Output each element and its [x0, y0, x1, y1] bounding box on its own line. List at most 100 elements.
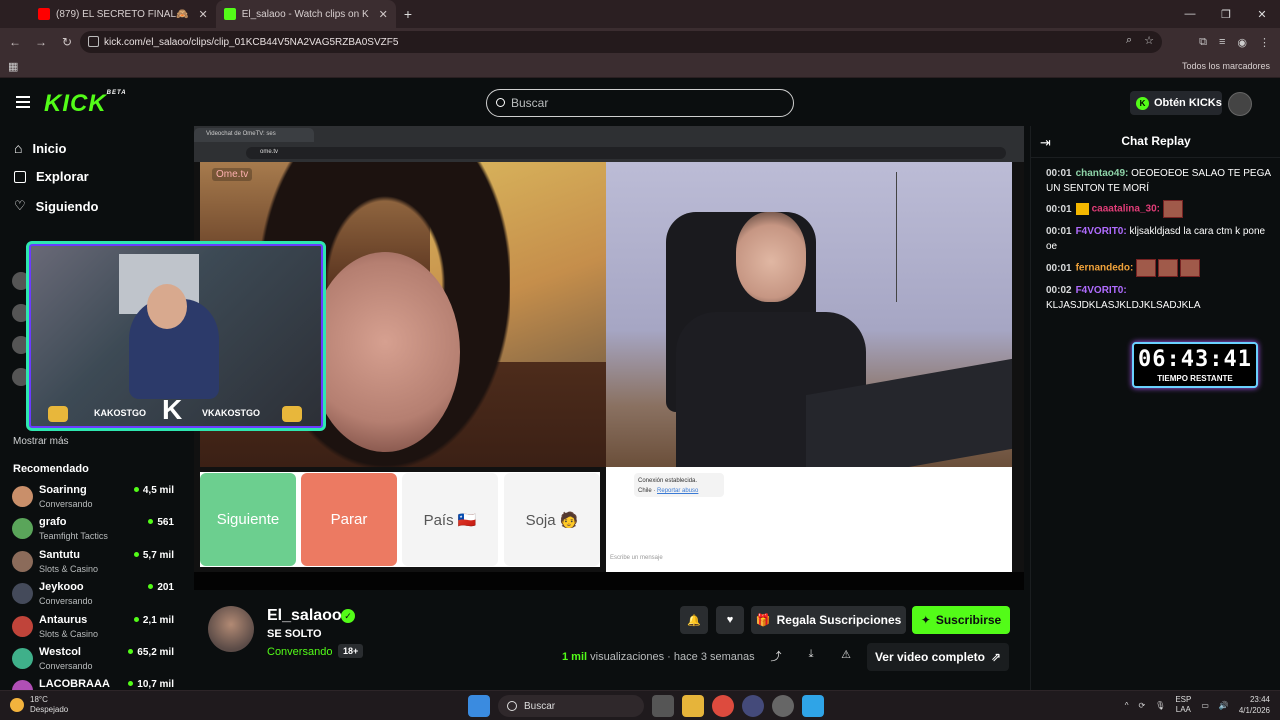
file-explorer-icon[interactable]: [682, 695, 704, 717]
profile-icon[interactable]: ◉: [1237, 36, 1247, 49]
site-info-icon[interactable]: [88, 36, 99, 47]
tab-title: (879) EL SECRETO FINAL🙈: [56, 8, 189, 20]
clock-date: 4/1/2026: [1238, 706, 1270, 715]
follow-heart-button[interactable]: ♥: [716, 606, 744, 634]
volume-icon[interactable]: 🔊: [1219, 701, 1229, 710]
message-user[interactable]: F4VORIT0:: [1076, 226, 1127, 237]
weather-widget[interactable]: 18°C Despejado: [10, 695, 68, 715]
extensions-icon[interactable]: ⧉: [1199, 36, 1207, 49]
taskbar-apps: Buscar: [468, 695, 824, 717]
sidebar-item-recommended[interactable]: Soarinng Conversando 4,5 mil: [12, 484, 178, 514]
siguiente-button[interactable]: Siguiente: [200, 473, 296, 566]
message-user[interactable]: caaatalina_30:: [1092, 204, 1160, 215]
full-video-button[interactable]: Ver video completo ⇗: [867, 643, 1009, 671]
viewer-count: 10,7 mil: [128, 679, 174, 690]
network-icon[interactable]: ▭: [1201, 701, 1209, 710]
minimize-icon[interactable]: —: [1172, 0, 1208, 28]
sidebar-item-recommended[interactable]: Santutu Slots & Casino 5,7 mil: [12, 549, 178, 579]
back-icon[interactable]: ←: [2, 35, 28, 49]
category-link[interactable]: Conversando: [267, 646, 332, 658]
player-controls[interactable]: [194, 572, 1024, 590]
show-more-link[interactable]: Mostrar más: [13, 436, 69, 447]
message-user[interactable]: fernandedo:: [1076, 263, 1134, 274]
heart-icon: ♥: [726, 614, 734, 626]
chrome-icon[interactable]: [712, 695, 734, 717]
search-input[interactable]: Buscar: [486, 89, 794, 117]
chat-message: 00:01 fernandedo:: [1046, 259, 1271, 277]
mic-icon[interactable]: 🎙: [1155, 701, 1165, 710]
avatar[interactable]: [208, 606, 254, 652]
report-link[interactable]: Reportar abuso: [657, 488, 698, 494]
message-input[interactable]: Escribe un mensaje: [610, 555, 663, 561]
message-user[interactable]: chantao49:: [1076, 168, 1129, 179]
url-input[interactable]: kick.com/el_salaoo/clips/clip_01KCB44V5N…: [80, 31, 1162, 53]
close-icon[interactable]: ✕: [379, 8, 388, 21]
sidebar-item-recommended[interactable]: Jeykooo Conversando 201: [12, 581, 178, 611]
sync-icon[interactable]: ⟳: [1138, 701, 1145, 710]
menu-hamburger-icon[interactable]: [16, 96, 30, 108]
restore-icon[interactable]: ❐: [1208, 0, 1244, 28]
tab-kick[interactable]: El_salaoo - Watch clips on K ✕: [215, 0, 396, 28]
sidebar-item-recommended[interactable]: grafo Teamfight Tactics 561: [12, 516, 178, 546]
app-icon[interactable]: [802, 695, 824, 717]
inner-tab: Videochat de OmeTV: ses: [194, 128, 314, 142]
app-icon[interactable]: [742, 695, 764, 717]
reload-icon[interactable]: ↻: [54, 35, 80, 49]
all-bookmarks[interactable]: Todos los marcadores: [1182, 61, 1270, 71]
clip-title: SE SOLTO: [267, 628, 322, 640]
media-icon[interactable]: ≡: [1219, 36, 1225, 48]
streamer-name: Antaurus: [39, 613, 88, 626]
gender-button[interactable]: Soja 🧑: [504, 473, 600, 566]
sidebar-item-explorar[interactable]: Explorar: [14, 169, 89, 184]
chat-replay-panel: ⇥ Chat Replay 00:01 chantao49: OEOEOEOE S…: [1030, 126, 1280, 690]
streamer-category: Teamfight Tactics: [39, 531, 108, 542]
task-view-icon[interactable]: [652, 695, 674, 717]
menu-icon[interactable]: ⋮: [1259, 36, 1270, 49]
webcam-socials-bar: KAKOSTGO K VKAKOSTGO: [26, 394, 326, 430]
chat-message: 00:02 F4VORIT0: KLJASJDKLASJKLDJKLSADJKLA: [1046, 283, 1271, 313]
clock[interactable]: 23:44 4/1/2026: [1239, 694, 1270, 716]
tab-youtube[interactable]: (879) EL SECRETO FINAL🙈 ✕: [30, 0, 216, 28]
country-button[interactable]: País 🇨🇱: [402, 473, 498, 566]
sidebar-item-recommended[interactable]: LACOBRAAA 10,7 mil: [12, 678, 178, 690]
sparkle-icon: ✦: [920, 613, 931, 627]
forward-icon[interactable]: →: [28, 35, 54, 49]
sidebar-item-recommended[interactable]: Antaurus Slots & Casino 2,1 mil: [12, 614, 178, 644]
share-icon[interactable]: ⤴: [768, 648, 784, 664]
connection-text: Conexión establecida.: [638, 478, 698, 484]
person-head: [736, 212, 806, 302]
ometv-chat-panel: Conexión establecida. Chile · Reportar a…: [606, 467, 1012, 572]
sidebar-item-recommended[interactable]: Westcol Conversando 65,2 mil: [12, 646, 178, 676]
get-kicks-button[interactable]: K Obtén KICKs: [1130, 91, 1222, 115]
notification-bell-button[interactable]: 🔔: [680, 606, 708, 634]
zoom-icon[interactable]: ⌕: [1126, 34, 1132, 47]
message-user[interactable]: F4VORIT0:: [1076, 285, 1127, 296]
countdown-timer: 06:43:41 TIEMPO RESTANTE: [1132, 342, 1258, 388]
report-icon[interactable]: ⚠: [838, 648, 854, 664]
new-tab-button[interactable]: +: [404, 6, 412, 22]
message-time: 00:01: [1046, 168, 1072, 179]
sidebar-item-label: Inicio: [32, 140, 67, 156]
windows-start-icon[interactable]: [468, 695, 490, 717]
kick-logo[interactable]: KICKBETA: [44, 90, 127, 118]
close-icon[interactable]: ✕: [199, 8, 208, 21]
external-link-icon: ⇗: [990, 650, 1002, 664]
viewer-count: 561: [148, 517, 174, 528]
apps-icon[interactable]: ▦: [8, 60, 18, 73]
streamer-name: Santutu: [39, 548, 80, 561]
download-icon[interactable]: ⤓: [803, 648, 819, 664]
channel-name[interactable]: El_salaoo: [267, 607, 342, 625]
bookmark-star-icon[interactable]: ☆: [1144, 34, 1154, 47]
parar-button[interactable]: Parar: [301, 473, 397, 566]
app-icon[interactable]: [772, 695, 794, 717]
subscribe-button[interactable]: ✦ Suscribirse: [912, 606, 1010, 634]
avatar[interactable]: [1228, 92, 1252, 116]
language-indicator[interactable]: ESP LAA: [1175, 695, 1191, 715]
gift-subs-button[interactable]: 🎁 Regala Suscripciones: [751, 606, 906, 634]
sidebar-item-siguiendo[interactable]: ♡ Siguiendo: [14, 198, 99, 214]
chevron-up-icon[interactable]: ^: [1125, 701, 1129, 710]
sidebar-item-inicio[interactable]: ⌂ Inicio: [14, 140, 66, 156]
close-window-icon[interactable]: ✕: [1244, 0, 1280, 28]
taskbar-search[interactable]: Buscar: [498, 695, 644, 717]
views-count: 1 mil: [562, 651, 588, 663]
